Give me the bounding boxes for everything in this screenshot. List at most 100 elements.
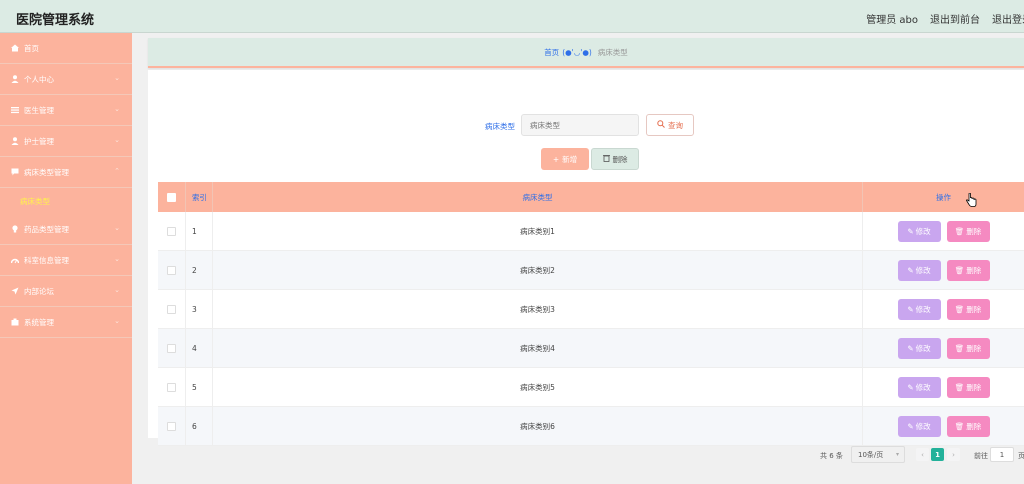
list-icon (10, 106, 19, 115)
send-icon (10, 287, 19, 296)
add-button[interactable]: + 新增 (541, 148, 589, 170)
content-panel: 病床类型 查询 + 新增 删除 索引 病床类型 操作 1 (148, 70, 1024, 463)
goto-page-input[interactable] (990, 447, 1014, 462)
row-checkbox[interactable] (167, 343, 176, 353)
chevron-down-icon: ⌄ (114, 286, 120, 294)
user-icon (10, 137, 19, 146)
pagination: 共 6 条 10条/页 ▾ ‹ 1 › 前往 页 (148, 446, 1024, 466)
sidebar-item-profile[interactable]: 个人中心 ⌄ (0, 64, 132, 95)
top-bar: 医院管理系统 管理员 abo 退出到前台 退出登录 (0, 0, 1024, 33)
edit-button[interactable]: ✎ 修改 (897, 259, 941, 281)
delete-button[interactable]: 🗑 删除 (946, 259, 990, 281)
add-button-label: 新增 (562, 154, 578, 164)
edit-button[interactable]: ✎ 修改 (897, 415, 941, 437)
sidebar-subitem-bed-type[interactable]: 病床类型 (0, 188, 132, 214)
search-input[interactable] (521, 114, 639, 136)
search-label: 病床类型 (485, 122, 515, 131)
table-row: 4 病床类别4 ✎ 修改 🗑 删除 (158, 329, 1024, 368)
delete-button[interactable]: 🗑 删除 (946, 220, 990, 242)
select-all-checkbox[interactable] (167, 192, 176, 202)
trash-icon (602, 154, 610, 164)
sidebar-item-drug-types[interactable]: 药品类型管理 ⌄ (0, 214, 132, 245)
search-button[interactable]: 查询 (646, 114, 694, 136)
logout-link[interactable]: 退出登录 (992, 11, 1024, 26)
row-checkbox[interactable] (167, 226, 176, 236)
edit-button[interactable]: ✎ 修改 (897, 337, 941, 359)
row-checkbox[interactable] (167, 265, 176, 275)
sidebar-item-label: 个人中心 (24, 74, 54, 84)
prev-page-button[interactable]: ‹ (916, 448, 929, 461)
box-icon (10, 318, 19, 327)
table-header: 索引 病床类型 操作 (158, 182, 1024, 212)
row-bed-type: 病床类别2 (213, 251, 863, 289)
sidebar-item-label: 首页 (24, 43, 39, 53)
next-page-button[interactable]: › (947, 448, 960, 461)
row-index: 4 (186, 329, 213, 367)
edit-icon: ✎ (907, 265, 914, 275)
row-bed-type: 病床类别3 (213, 290, 863, 328)
chevron-down-icon: ⌄ (114, 136, 120, 144)
plus-icon: + (552, 154, 560, 164)
edit-button[interactable]: ✎ 修改 (897, 220, 941, 242)
delete-button[interactable]: 🗑 删除 (946, 415, 990, 437)
to-front-link[interactable]: 退出到前台 (930, 11, 980, 26)
trash-icon: 🗑 (954, 304, 965, 314)
row-checkbox[interactable] (167, 382, 176, 392)
search-button-label: 查询 (668, 120, 683, 130)
sidebar-item-home[interactable]: 首页 (0, 33, 132, 64)
message-icon (10, 168, 19, 177)
edit-button[interactable]: ✎ 修改 (897, 298, 941, 320)
row-checkbox[interactable] (167, 304, 176, 314)
sidebar-item-bed-types[interactable]: 病床类型管理 ⌃ (0, 157, 132, 188)
page-size-select[interactable]: 10条/页 ▾ (851, 446, 905, 463)
table-row: 3 病床类别3 ✎ 修改 🗑 删除 (158, 290, 1024, 329)
sidebar-item-doctors[interactable]: 医生管理 ⌄ (0, 95, 132, 126)
sidebar-item-label: 系统管理 (24, 317, 54, 327)
sidebar-item-label: 科室信息管理 (24, 255, 69, 265)
sidebar-item-label: 医生管理 (24, 105, 54, 115)
mouse-cursor (966, 192, 977, 211)
main-content: 首页 (●'◡'●) 病床类型 病床类型 查询 + 新增 删除 索引 病床类型 (148, 38, 1024, 463)
batch-delete-button[interactable]: 删除 (591, 148, 639, 170)
header-ops: 操作 (936, 192, 951, 202)
chevron-down-icon: ⌄ (114, 74, 120, 82)
row-bed-type: 病床类别1 (213, 212, 863, 250)
table-row: 1 病床类别1 ✎ 修改 🗑 删除 (158, 212, 1024, 251)
delete-button[interactable]: 🗑 删除 (946, 337, 990, 359)
page-number[interactable]: 1 (931, 448, 944, 461)
trash-icon: 🗑 (954, 382, 965, 392)
row-bed-type: 病床类别5 (213, 368, 863, 406)
batch-delete-label: 删除 (612, 154, 628, 164)
sidebar-subitem-label: 病床类型 (20, 196, 50, 206)
home-icon (10, 44, 19, 53)
header-index: 索引 (186, 182, 213, 212)
breadcrumb-home[interactable]: 首页 (544, 47, 559, 58)
chevron-down-icon: ⌄ (114, 317, 120, 325)
sidebar: 首页 个人中心 ⌄ 医生管理 ⌄ 护士管理 ⌄ 病床类型管理 ⌃ 病床类型 药品… (0, 33, 132, 484)
breadcrumb: 首页 (●'◡'●) 病床类型 (148, 38, 1024, 68)
delete-button[interactable]: 🗑 删除 (946, 376, 990, 398)
edit-icon: ✎ (907, 421, 914, 431)
sidebar-item-nurses[interactable]: 护士管理 ⌄ (0, 126, 132, 157)
top-right-menu: 管理员 abo 退出到前台 退出登录 (866, 11, 1024, 26)
trash-icon: 🗑 (954, 421, 965, 431)
row-index: 2 (186, 251, 213, 289)
sidebar-item-system[interactable]: 系统管理 ⌄ (0, 307, 132, 338)
edit-icon: ✎ (907, 226, 914, 236)
select-all-cell (158, 182, 186, 212)
row-index: 1 (186, 212, 213, 250)
total-count: 共 6 条 (820, 452, 843, 460)
row-index: 6 (186, 407, 213, 445)
row-bed-type: 病床类别6 (213, 407, 863, 445)
edit-button[interactable]: ✎ 修改 (897, 376, 941, 398)
sidebar-item-forum[interactable]: 内部论坛 ⌄ (0, 276, 132, 307)
chevron-down-icon: ▾ (895, 451, 899, 458)
delete-button[interactable]: 🗑 删除 (946, 298, 990, 320)
header-bed-type[interactable]: 病床类型 (213, 182, 863, 212)
sidebar-item-label: 护士管理 (24, 136, 54, 146)
row-bed-type: 病床类别4 (213, 329, 863, 367)
edit-icon: ✎ (907, 304, 914, 314)
row-checkbox[interactable] (167, 421, 176, 431)
sidebar-item-departments[interactable]: 科室信息管理 ⌄ (0, 245, 132, 276)
sidebar-item-label: 内部论坛 (24, 286, 54, 296)
